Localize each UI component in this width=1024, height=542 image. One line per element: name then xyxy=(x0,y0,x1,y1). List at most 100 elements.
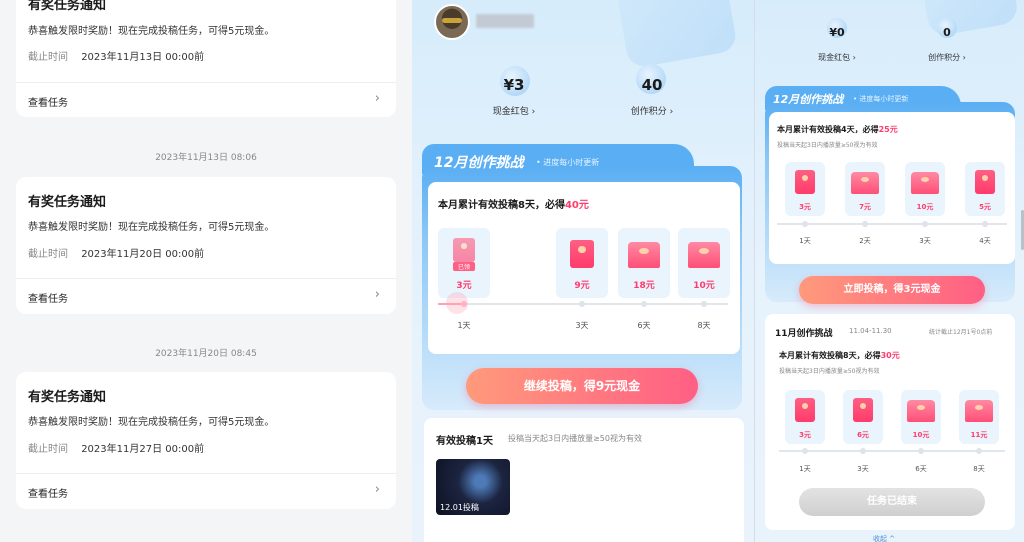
reward-amount: 3元 xyxy=(456,281,472,291)
red-envelope-icon xyxy=(688,242,720,268)
valid-note: 投稿当天起3日内播放量≥50视为有效 xyxy=(508,434,642,443)
task-ended-button[interactable]: 任务已结束 xyxy=(799,488,985,516)
deadline-label: 截止时间 xyxy=(28,249,68,260)
points-value: 40 xyxy=(641,76,663,94)
progress-track xyxy=(779,450,1005,452)
nov-validity-note: 投稿当天起3日内播放量≥50视为有效 xyxy=(779,368,880,375)
progress-dot xyxy=(860,448,866,454)
cash-label[interactable]: 现金红包 › xyxy=(476,104,552,117)
day-label: 3天 xyxy=(575,321,589,330)
day-label: 6天 xyxy=(637,321,651,330)
day-label: 2天 xyxy=(859,237,871,245)
notification-card: 有奖任务通知 恭喜触发限时奖励！现在完成投稿任务，可得5元现金。 截止时间 20… xyxy=(16,177,396,314)
points-label[interactable]: 创作积分 › xyxy=(612,104,692,117)
reward-tile: 10元 xyxy=(905,162,945,216)
divider xyxy=(16,473,396,474)
card-deadline: 截止时间 2023年11月27日 00:00前 xyxy=(28,440,204,455)
divider xyxy=(16,278,396,279)
reward-amount: 6元 xyxy=(857,431,869,439)
progress-knob xyxy=(446,292,468,314)
deadline-value: 2023年11月20日 00:00前 xyxy=(81,249,205,260)
notification-card: 有奖任务通知 恭喜触发限时奖励！现在完成投稿任务，可得5元现金。 截止时间 20… xyxy=(16,0,396,117)
reward-tile: 5元 xyxy=(965,162,1005,216)
nov-title: 11月创作挑战 xyxy=(775,329,833,339)
progress-dot xyxy=(922,221,928,227)
nov-range: 11.04-11.30 xyxy=(849,327,892,335)
cash-value: ¥0 xyxy=(829,26,845,39)
challenge-progress-panel: 本月累计有效投稿4天，必得25元 投稿当天起3日内播放量≥50视为有效 3元 7… xyxy=(769,112,1015,264)
progress-dot xyxy=(641,301,647,307)
message-timestamp: 2023年11月13日 08:06 xyxy=(155,153,257,163)
day-label: 6天 xyxy=(915,465,927,473)
reward-amount: 10元 xyxy=(916,203,934,211)
progress-dot xyxy=(982,221,988,227)
screen: 有奖任务通知 恭喜触发限时奖励！现在完成投稿任务，可得5元现金。 截止时间 20… xyxy=(0,0,1024,542)
red-envelope-icon xyxy=(911,172,939,194)
day-label: 4天 xyxy=(979,237,991,245)
red-envelope-icon xyxy=(853,398,873,422)
day-label: 1天 xyxy=(799,465,811,473)
collapse-link[interactable]: 收起 ^ xyxy=(873,534,895,542)
username-redacted xyxy=(476,14,534,28)
reward-tile: 3元 xyxy=(785,162,825,216)
day-label: 1天 xyxy=(457,321,471,330)
continue-submit-button[interactable]: 继续投稿，得9元现金 xyxy=(466,368,698,404)
nov-goal-text: 本月累计有效投稿8天，必得30元 xyxy=(779,350,900,361)
reward-tile: 10元 xyxy=(901,390,941,444)
validity-note: 投稿当天起3日内播放量≥50视为有效 xyxy=(777,142,878,149)
chevron-right-icon[interactable]: › xyxy=(375,287,380,302)
reward-tile: 9元 xyxy=(556,228,608,298)
red-envelope-icon xyxy=(965,400,993,422)
progress-dot xyxy=(862,221,868,227)
progress-dot xyxy=(918,448,924,454)
progress-dot xyxy=(976,448,982,454)
nov-goal-amount: 30元 xyxy=(880,351,900,360)
view-task-link[interactable]: 查看任务 xyxy=(28,485,68,500)
red-envelope-icon xyxy=(570,240,594,268)
red-envelope-icon xyxy=(851,172,879,194)
claimed-tag: 已领 xyxy=(453,262,475,271)
progress-dot xyxy=(701,301,707,307)
reward-tile: 10元 xyxy=(678,228,730,298)
notification-panel: 有奖任务通知 恭喜触发限时奖励！现在完成投稿任务，可得5元现金。 截止时间 20… xyxy=(0,0,412,542)
day-label: 3天 xyxy=(857,465,869,473)
day-label: 8天 xyxy=(697,321,711,330)
red-envelope-icon xyxy=(453,238,475,262)
red-envelope-icon xyxy=(907,400,935,422)
reward-amount: 7元 xyxy=(859,203,871,211)
nov-stat-note: 统计截止12月1号0点前 xyxy=(929,329,993,336)
card-description: 恭喜触发限时奖励！现在完成投稿任务，可得5元现金。 xyxy=(28,417,275,428)
chevron-right-icon[interactable]: › xyxy=(375,91,380,106)
deadline-value: 2023年11月27日 00:00前 xyxy=(81,444,205,455)
chevron-right-icon[interactable]: › xyxy=(375,482,380,497)
deadline-label: 截止时间 xyxy=(28,52,68,63)
goal-text: 本月累计有效投稿4天，必得25元 xyxy=(777,124,898,135)
video-thumbnail[interactable]: 12.01投稿 xyxy=(436,459,510,515)
avatar[interactable] xyxy=(434,4,470,40)
reward-tile: 11元 xyxy=(959,390,999,444)
progress-track xyxy=(777,223,1007,225)
cash-value: ¥3 xyxy=(503,76,525,94)
red-envelope-icon xyxy=(795,398,815,422)
red-envelope-icon xyxy=(975,170,995,194)
challenge-subtitle: • 进度每小时更新 xyxy=(536,158,600,167)
creator-challenge-page: ¥3 现金红包 › 40 创作积分 › 12月创作挑战 • 进度每小时更新 本月… xyxy=(412,0,754,542)
valid-title: 有效投稿1天 xyxy=(436,436,493,447)
card-title: 有奖任务通知 xyxy=(28,195,107,210)
submit-now-button[interactable]: 立即投稿，得3元现金 xyxy=(799,276,985,304)
view-task-link[interactable]: 查看任务 xyxy=(28,290,68,305)
points-label[interactable]: 创作积分 › xyxy=(917,52,977,63)
deadline-label: 截止时间 xyxy=(28,444,68,455)
goal-text: 本月累计有效投稿8天，必得40元 xyxy=(438,196,589,211)
card-title: 有奖任务通知 xyxy=(28,0,107,13)
cash-label[interactable]: 现金红包 › xyxy=(807,52,867,63)
reward-amount: 3元 xyxy=(799,431,811,439)
challenge-subtitle: • 进度每小时更新 xyxy=(853,95,909,103)
goal-label: 本月累计有效投稿8天，必得 xyxy=(438,200,565,211)
red-envelope-icon xyxy=(628,242,660,268)
reward-tile: 6元 xyxy=(843,390,883,444)
view-task-link[interactable]: 查看任务 xyxy=(28,94,68,109)
card-description: 恭喜触发限时奖励！现在完成投稿任务，可得5元现金。 xyxy=(28,26,275,37)
progress-dot xyxy=(802,221,808,227)
progress-dot xyxy=(802,448,808,454)
